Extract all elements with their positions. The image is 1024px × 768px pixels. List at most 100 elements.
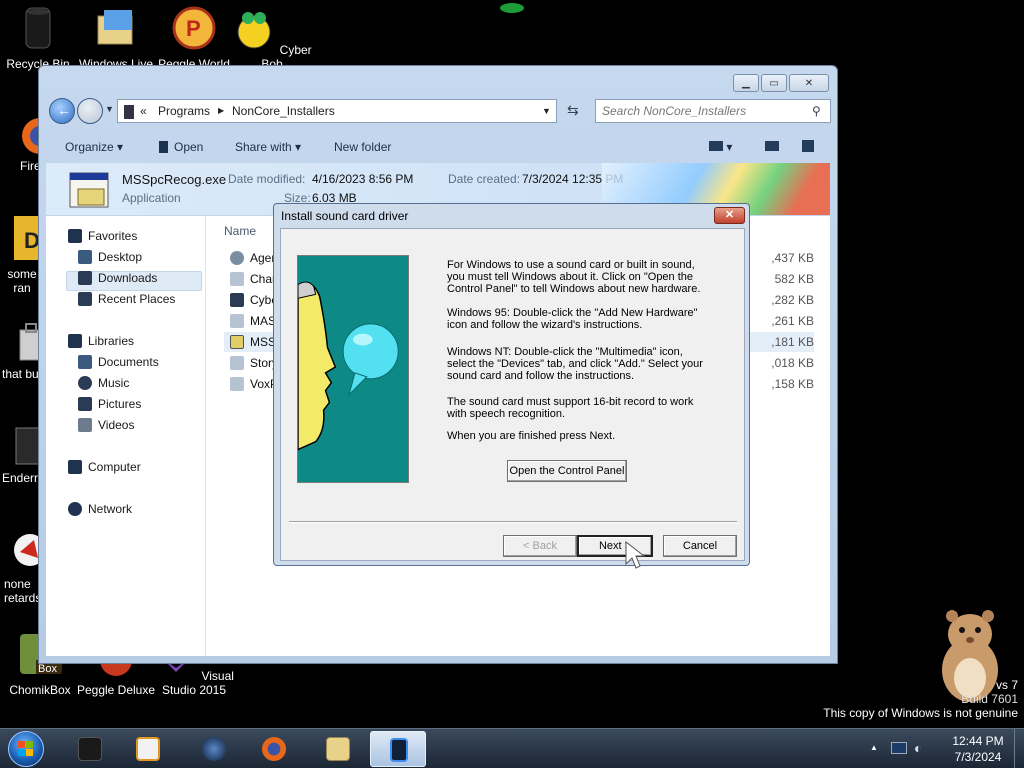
address-bar[interactable]: « Programs ▶ NonCore_Installers ▼ <box>117 99 557 123</box>
desktop-icon-windows-live[interactable]: Windows Live <box>76 6 156 71</box>
desktop-icon <box>78 250 92 264</box>
application-file-icon <box>69 172 109 208</box>
share-with-menu[interactable]: Share with ▾ <box>235 140 301 154</box>
desktop-icon-cyber-bob[interactable]: Cyber Bob <box>232 6 312 71</box>
breadcrumb-programs[interactable]: Programs <box>158 104 210 118</box>
selected-filename: MSSpcRecog.exe <box>122 172 227 187</box>
navigation-pane: Favorites Desktop Downloads Recent Place… <box>46 216 206 656</box>
nav-computer[interactable]: Computer <box>88 460 141 474</box>
forward-button[interactable] <box>77 98 103 124</box>
back-button[interactable]: < Back <box>503 535 577 557</box>
nav-libraries[interactable]: Libraries <box>88 334 134 348</box>
install-sound-card-dialog: Install sound card driver ✕ For Windows … <box>273 203 750 566</box>
windows-live-icon <box>97 10 133 45</box>
dialog-body: For Windows to use a sound card or built… <box>280 228 745 561</box>
clock-date: 7/3/2024 <box>954 750 1002 764</box>
bag-icon <box>19 323 43 361</box>
show-hidden-icons-button[interactable]: ▲ <box>870 743 878 752</box>
libraries-icon <box>68 334 82 348</box>
desktop-icon-some-ran[interactable]: D some ran <box>2 214 42 295</box>
address-dropdown-icon[interactable]: ▼ <box>542 106 551 116</box>
command-bar: Organize ▾ Open Share with ▾ New folder … <box>47 134 829 162</box>
nav-downloads[interactable]: Downloads <box>98 271 157 285</box>
application-icon <box>230 335 244 349</box>
svg-text:Box: Box <box>38 663 57 675</box>
speaking-face-illustration <box>297 255 409 483</box>
watermark-build: Build 7601 <box>961 692 1018 706</box>
nav-favorites[interactable]: Favorites <box>88 229 137 243</box>
nav-desktop[interactable]: Desktop <box>98 250 142 264</box>
svg-text:P: P <box>186 16 201 41</box>
instruction-para-3: Windows NT: Double-click the "Multimedia… <box>447 346 703 382</box>
nav-documents[interactable]: Documents <box>98 355 159 369</box>
desktop-icon-label: Peggle Deluxe <box>76 683 156 697</box>
change-view-icon[interactable]: ▾ <box>709 140 732 154</box>
search-box[interactable]: Search NonCore_Installers ⚲ <box>595 99 831 123</box>
explorer-folder-icon <box>326 737 350 761</box>
nav-videos[interactable]: Videos <box>98 418 134 432</box>
desktop-icon-peggle-world[interactable]: P Peggle World <box>154 6 234 71</box>
search-icon[interactable]: ⚲ <box>812 104 821 118</box>
file-size: ,261 KB <box>771 314 814 328</box>
breadcrumb-separator-icon[interactable]: ▶ <box>218 106 224 115</box>
nav-pictures[interactable]: Pictures <box>98 397 141 411</box>
new-folder-button[interactable]: New folder <box>334 140 391 154</box>
favorites-star-icon <box>68 229 82 243</box>
recent-pages-dropdown-icon[interactable]: ▼ <box>105 104 114 114</box>
desktop-icon-enderr[interactable]: Enderr <box>2 426 43 485</box>
network-tray-icon[interactable] <box>891 742 907 754</box>
windows-flag-icon <box>18 741 33 756</box>
active-app-icon <box>390 738 408 762</box>
taskbar-explorer[interactable] <box>310 731 366 767</box>
desktop-icon-recycle-bin[interactable]: Recycle Bin <box>0 6 78 71</box>
breadcrumb-noncore-installers[interactable]: NonCore_Installers <box>232 104 335 118</box>
folder-location-icon <box>124 105 134 119</box>
file-size: ,018 KB <box>771 356 814 370</box>
help-icon[interactable] <box>802 140 814 155</box>
preview-pane-icon[interactable] <box>765 140 779 154</box>
instruction-para-5: When you are finished press Next. <box>447 430 616 442</box>
date-modified-value: 4/16/2023 8:56 PM <box>312 172 414 186</box>
watermark-notice: This copy of Windows is not genuine <box>823 706 1018 720</box>
taskbar-media-player[interactable] <box>120 731 176 767</box>
maximize-button[interactable]: ▭ <box>761 74 787 92</box>
application-icon <box>230 272 244 286</box>
nav-network[interactable]: Network <box>88 502 132 516</box>
instruction-para-1: For Windows to use a sound card or built… <box>447 259 701 295</box>
peggle-icon: P <box>172 6 216 50</box>
cancel-button[interactable]: Cancel <box>663 535 737 557</box>
breadcrumb-overflow[interactable]: « <box>140 104 147 118</box>
start-button[interactable] <box>8 731 44 767</box>
date-created-label: Date created: <box>448 172 521 186</box>
dialog-titlebar[interactable]: Install sound card driver ✕ <box>274 204 749 228</box>
column-header-name[interactable]: Name <box>224 224 256 238</box>
open-control-panel-button[interactable]: Open the Control Panel <box>507 460 627 482</box>
application-icon <box>230 314 244 328</box>
nav-recent-places[interactable]: Recent Places <box>98 292 175 306</box>
open-button[interactable]: Open <box>159 140 203 154</box>
refresh-icon[interactable]: ⇆ <box>567 102 579 119</box>
nav-music[interactable]: Music <box>98 376 129 390</box>
window-controls: ▁ ▭ ✕ <box>733 74 829 92</box>
dialog-separator <box>289 521 737 523</box>
taskbar-firefox[interactable] <box>246 731 302 767</box>
volume-tray-icon[interactable]: ◐ <box>914 740 922 756</box>
dialog-title: Install sound card driver <box>281 209 409 223</box>
close-button[interactable]: ✕ <box>789 74 829 92</box>
file-size: ,282 KB <box>771 293 814 307</box>
taskbar-terminal[interactable] <box>62 731 118 767</box>
dialog-close-button[interactable]: ✕ <box>714 207 745 224</box>
taskbar-active-app[interactable] <box>370 731 426 767</box>
back-button[interactable]: ← <box>49 98 75 124</box>
system-clock[interactable]: 12:44 PM 7/3/2024 <box>948 733 1008 765</box>
top-glow-decoration <box>500 3 524 13</box>
minimize-button[interactable]: ▁ <box>733 74 759 92</box>
show-desktop-button[interactable] <box>1014 729 1024 768</box>
back-arrow-icon: ← <box>57 102 71 118</box>
application-icon <box>230 377 244 391</box>
taskbar-globe[interactable] <box>186 731 242 767</box>
music-icon <box>78 376 92 390</box>
desktop-icon-that-bu[interactable]: that bu <box>2 322 43 381</box>
organize-menu[interactable]: Organize ▾ <box>65 140 123 154</box>
downloads-icon <box>78 271 92 285</box>
